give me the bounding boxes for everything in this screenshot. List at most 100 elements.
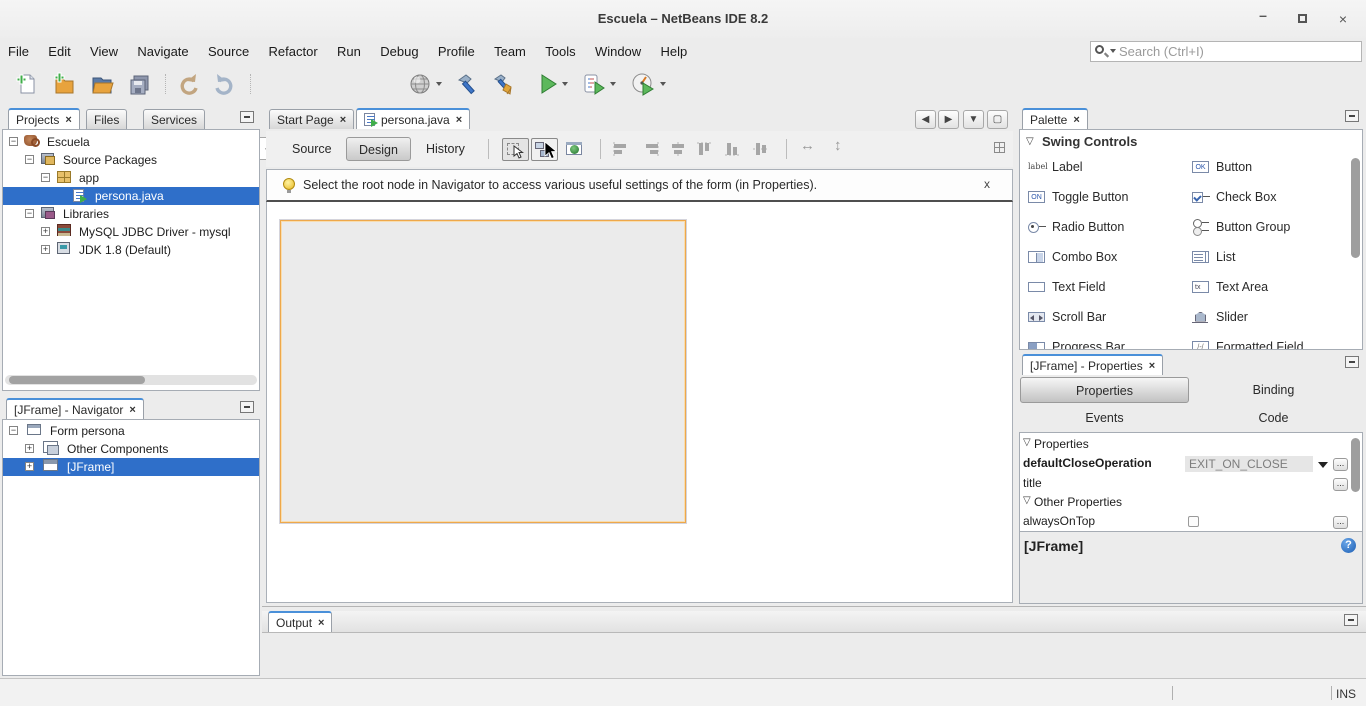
property-row-defaultcloseoperation[interactable]: defaultCloseOperation EXIT_ON_CLOSE ... [1020,456,1362,475]
properties-tab-button[interactable]: Properties [1020,377,1189,403]
design-canvas[interactable] [266,202,1013,603]
menu-run[interactable]: Run [329,38,369,66]
help-icon[interactable]: ? [1341,538,1356,553]
tree-node-source-packages[interactable]: − Source Packages [3,151,259,169]
minimize-output-panel-icon[interactable] [1344,614,1358,626]
property-row-title[interactable]: title ... [1020,476,1362,495]
menu-view[interactable]: View [82,38,126,66]
menu-window[interactable]: Window [587,38,649,66]
run-dropdown-icon[interactable] [562,82,568,86]
minimize-palette-panel-icon[interactable] [1345,110,1359,122]
palette-scrollbar[interactable] [1351,158,1360,258]
minimize-navigator-panel-icon[interactable] [240,401,254,413]
palette-item-formatted-field[interactable]: /-/ Formatted Field [1192,338,1304,350]
property-row-alwaysontop[interactable]: alwaysOnTop ... [1020,514,1362,532]
events-tab-button[interactable]: Events [1020,405,1189,431]
palette-item-button-group[interactable]: Button Group [1192,218,1290,236]
tree-node-jframe[interactable]: + [JFrame] [3,458,259,476]
tree-node-app[interactable]: − app [3,169,259,187]
palette-item-scroll-bar[interactable]: Scroll Bar [1028,308,1106,326]
vertical-resizable-icon[interactable]: ↕ [834,137,842,154]
horizontal-resizable-icon[interactable]: ↔ [800,137,815,154]
debug-dropdown-icon[interactable] [610,82,616,86]
tab-jframe-properties[interactable]: [JFrame] - Properties× [1022,354,1163,375]
tab-projects[interactable]: Projects× [8,108,80,129]
search-input[interactable] [1119,42,1359,61]
tree-node-jdk[interactable]: + JDK 1.8 (Default) [3,241,259,259]
tab-output[interactable]: Output× [268,611,332,632]
align-left-column-icon[interactable] [612,141,632,157]
jframe-form[interactable] [280,220,686,523]
scroll-tabs-left-button[interactable]: ◀ [915,110,936,129]
projects-hscrollbar-thumb[interactable] [9,376,145,384]
run-icon[interactable] [536,72,560,96]
scroll-tabs-right-button[interactable]: ▶ [938,110,959,129]
close-window-button[interactable]: × [1332,10,1354,28]
center-horizontally-icon[interactable] [668,141,688,157]
align-top-row-icon[interactable] [696,141,716,157]
profile-dropdown-icon[interactable] [660,82,666,86]
clean-build-icon[interactable] [492,72,516,96]
close-persona-java-icon[interactable]: × [456,114,462,126]
search-icon[interactable] [1094,44,1116,60]
debug-icon[interactable] [582,72,606,96]
undo-icon[interactable] [176,72,200,96]
selection-mode-button[interactable] [502,138,529,161]
close-start-page-icon[interactable]: × [340,114,346,126]
palette-item-slider[interactable]: Slider [1192,308,1248,326]
alwaysontop-checkbox[interactable] [1188,516,1199,527]
other-properties-section-header[interactable]: ▽ Other Properties [1020,495,1362,514]
tab-palette[interactable]: Palette× [1022,108,1088,129]
profile-icon[interactable] [631,72,655,96]
history-view-button[interactable]: History [414,137,477,161]
menu-team[interactable]: Team [486,38,534,66]
tab-start-page[interactable]: Start Page× [269,109,354,129]
close-properties-tab-icon[interactable]: × [1149,360,1155,372]
align-bottom-row-icon[interactable] [724,141,744,157]
projects-hscrollbar[interactable] [5,375,257,385]
defaultcloseoperation-value[interactable]: EXIT_ON_CLOSE [1185,456,1313,472]
close-palette-tab-icon[interactable]: × [1073,114,1079,126]
menu-edit[interactable]: Edit [40,38,78,66]
new-project-icon[interactable] [52,72,76,96]
tab-files[interactable]: Files [86,109,127,129]
minimize-properties-panel-icon[interactable] [1345,356,1359,368]
tree-node-persona-java[interactable]: persona.java [3,187,259,205]
binding-tab-button[interactable]: Binding [1189,377,1358,403]
tab-navigator[interactable]: [JFrame] - Navigator× [6,398,144,419]
code-tab-button[interactable]: Code [1189,405,1358,431]
tab-persona-java[interactable]: persona.java× [356,108,470,129]
palette-item-progress-bar[interactable]: Progress Bar [1028,338,1125,350]
toolbar-overflow-icon[interactable] [994,142,1005,153]
tree-node-mysql-driver[interactable]: + MySQL JDBC Driver - mysql [3,223,259,241]
menu-help[interactable]: Help [653,38,696,66]
source-view-button[interactable]: Source [280,137,344,161]
close-projects-tab-icon[interactable]: × [65,114,71,126]
new-file-icon[interactable] [14,72,38,96]
palette-item-text-field[interactable]: Text Field [1028,278,1106,296]
alwaysontop-editor-button[interactable]: ... [1333,516,1348,529]
quick-search[interactable] [1090,41,1362,62]
open-project-icon[interactable] [90,72,114,96]
minimize-projects-panel-icon[interactable] [240,111,254,123]
tree-node-libraries[interactable]: − Libraries [3,205,259,223]
maximize-window-button[interactable] [1298,14,1307,23]
category-collapse-icon[interactable]: ▽ [1026,136,1034,147]
menu-debug[interactable]: Debug [372,38,426,66]
deploy-icon[interactable] [408,72,432,96]
design-view-button[interactable]: Design [346,137,411,161]
menu-navigate[interactable]: Navigate [129,38,196,66]
palette-item-combo-box[interactable]: Combo Box [1028,248,1117,266]
palette-item-radio-button[interactable]: Radio Button [1028,218,1124,236]
defaultcloseoperation-dropdown-icon[interactable] [1318,462,1328,468]
properties-section-header[interactable]: ▽ Properties [1020,437,1362,456]
menu-profile[interactable]: Profile [430,38,483,66]
defaultcloseoperation-editor-button[interactable]: ... [1333,458,1348,471]
align-right-column-icon[interactable] [640,141,660,157]
palette-item-button[interactable]: OK Button [1192,158,1252,176]
menu-file[interactable]: File [0,38,37,66]
title-editor-button[interactable]: ... [1333,478,1348,491]
menu-tools[interactable]: Tools [537,38,583,66]
palette-category[interactable]: Swing Controls [1042,134,1137,149]
build-icon[interactable] [455,72,479,96]
